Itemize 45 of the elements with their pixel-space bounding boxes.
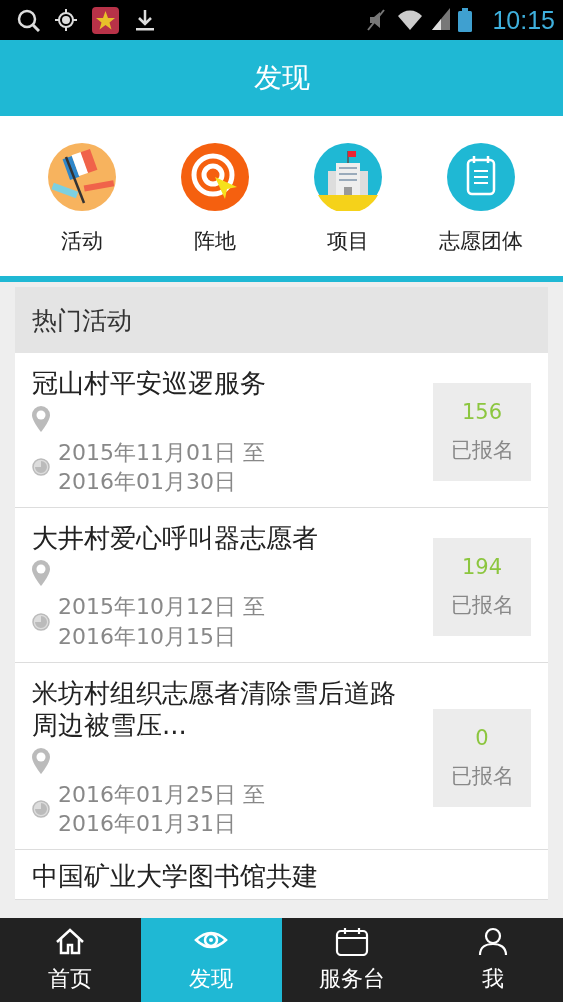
activity-card[interactable]: 米坊村组织志愿者清除雪后道路周边被雪压... 2016年01月25日 至 2016年01月31日 0 已报名 xyxy=(15,662,548,851)
activity-card[interactable]: 冠山村平安巡逻服务 2015年11月01日 至 2016年01月30日 156 已报名 xyxy=(15,353,548,508)
search-icon xyxy=(16,8,40,32)
page-title: 发现 xyxy=(253,60,310,96)
clock-time: 10:15 xyxy=(492,5,555,35)
category-button[interactable]: 活动 xyxy=(47,137,116,255)
section-header: 热门活动 xyxy=(15,287,548,353)
date-range: 2015年10月12日 至 2016年10月15日 xyxy=(58,593,265,652)
category-button[interactable]: 项目 xyxy=(314,137,383,255)
battery-icon xyxy=(458,8,473,32)
category-button[interactable]: 志愿团体 xyxy=(439,137,524,255)
gps-icon xyxy=(54,8,78,32)
location-pin-icon xyxy=(32,560,50,587)
nav-tab[interactable]: 我 xyxy=(422,918,563,1002)
activity-title: 中国矿业大学图书馆共建 xyxy=(32,860,319,893)
activity-title: 大井村爱心呼叫器志愿者 xyxy=(32,521,319,555)
star-app-icon xyxy=(92,6,119,34)
signal-icon xyxy=(432,8,451,32)
nav-tab[interactable]: 首页 xyxy=(0,918,141,1002)
calendar-icon xyxy=(334,926,369,956)
nav-tab[interactable]: 服务台 xyxy=(281,918,423,1002)
building-icon xyxy=(314,143,383,211)
activity-title: 米坊村组织志愿者清除雪后道路周边被雪压... xyxy=(32,676,397,742)
target-icon xyxy=(180,143,249,211)
signup-count: 0 xyxy=(475,725,489,750)
activity-title: 冠山村平安巡逻服务 xyxy=(32,367,267,400)
flag-icon xyxy=(47,143,116,211)
activity-card[interactable]: 大井村爱心呼叫器志愿者 2015年10月12日 至 2016年10月15日 194 已报名 xyxy=(15,507,548,663)
wifi-icon xyxy=(396,8,425,32)
activity-card[interactable]: 中国矿业大学图书馆共建 xyxy=(15,850,548,900)
signup-label: 已报名 xyxy=(450,591,514,619)
signup-count: 156 xyxy=(461,399,503,424)
signup-label: 已报名 xyxy=(450,436,514,464)
signup-count: 194 xyxy=(461,554,503,579)
download-icon xyxy=(133,8,157,32)
clock-icon xyxy=(32,613,50,632)
signup-label: 已报名 xyxy=(450,762,514,790)
notepad-icon xyxy=(447,143,516,211)
date-range: 2015年11月01日 至 2016年01月30日 xyxy=(58,438,265,497)
location-pin-icon xyxy=(32,405,50,432)
category-button[interactable]: 阵地 xyxy=(180,137,249,255)
clock-icon xyxy=(32,800,50,819)
clock-icon xyxy=(32,458,50,477)
date-range: 2016年01月25日 至 2016年01月31日 xyxy=(58,780,265,839)
location-pin-icon xyxy=(32,747,50,774)
